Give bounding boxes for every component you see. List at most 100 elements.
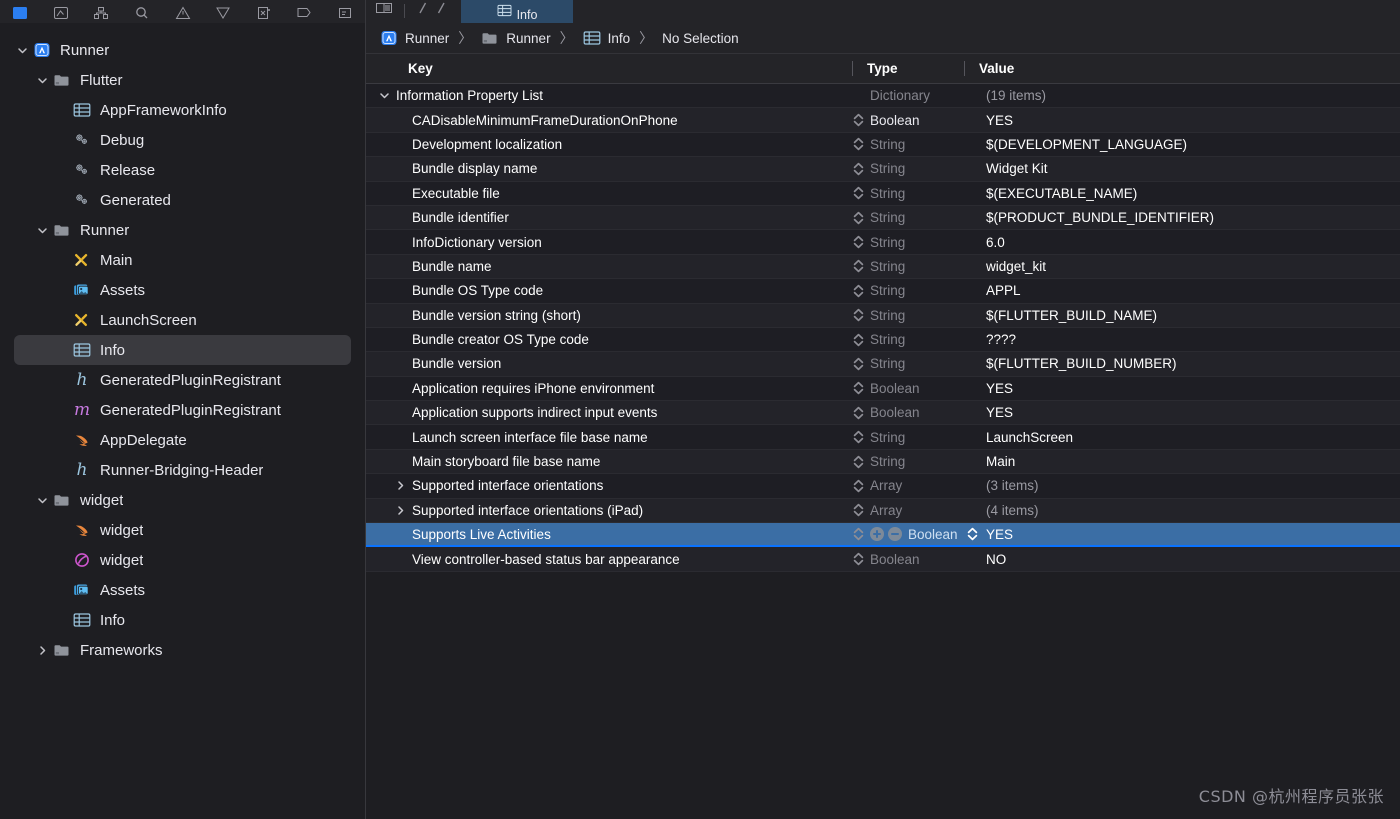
chevron-down-icon[interactable]: [34, 225, 50, 236]
type-stepper-icon[interactable]: [852, 455, 864, 469]
table-row[interactable]: Bundle OS Type code String APPL: [366, 279, 1400, 304]
sidebar-item-main[interactable]: Main: [14, 245, 351, 275]
cell-key[interactable]: Application requires iPhone environment: [366, 381, 852, 396]
type-stepper-icon[interactable]: [852, 284, 864, 298]
type-stepper-icon[interactable]: [852, 552, 864, 566]
type-stepper-icon[interactable]: [852, 430, 864, 444]
cell-value[interactable]: $(EXECUTABLE_NAME): [964, 186, 1400, 201]
cell-type[interactable]: String: [852, 332, 964, 347]
table-row[interactable]: Development localization String $(DEVELOPM…: [366, 132, 1400, 158]
cell-type[interactable]: String: [852, 356, 964, 371]
breakpoint-navigator-icon[interactable]: [284, 0, 325, 23]
cell-value[interactable]: Widget Kit: [964, 161, 1400, 176]
cell-type[interactable]: String: [852, 186, 964, 201]
cell-key[interactable]: InfoDictionary version: [366, 235, 852, 250]
sidebar-item-runner-bridging-header[interactable]: h Runner-Bridging-Header: [14, 455, 351, 485]
sidebar-item-widget[interactable]: widget: [14, 545, 351, 575]
cell-type[interactable]: String: [852, 235, 964, 250]
sidebar-item-launchscreen[interactable]: LaunchScreen: [14, 305, 351, 335]
chevron-right-icon[interactable]: [34, 645, 50, 656]
value-stepper-icon[interactable]: [966, 527, 978, 541]
cell-key[interactable]: Supported interface orientations (iPad): [366, 503, 852, 518]
type-stepper-icon[interactable]: [852, 357, 864, 371]
column-header-key[interactable]: Key: [366, 61, 852, 76]
table-row[interactable]: Information Property List Dictionary (19 i…: [366, 84, 1400, 109]
sidebar-item-runner[interactable]: Runner: [14, 215, 351, 245]
table-row[interactable]: Bundle version String $(FLUTTER_BUILD_NUMB…: [366, 352, 1400, 377]
breadcrumb-item-0[interactable]: Runner: [380, 30, 449, 46]
chevron-right-icon[interactable]: [392, 505, 408, 516]
type-stepper-icon[interactable]: [852, 479, 864, 493]
report-navigator-icon[interactable]: [325, 0, 366, 23]
debug-navigator-icon[interactable]: [243, 0, 284, 23]
sidebar-item-assets[interactable]: Assets: [14, 275, 351, 305]
cell-value[interactable]: NO: [964, 552, 1400, 567]
table-row[interactable]: Bundle version string (short) String $(FLU…: [366, 303, 1400, 328]
search-icon[interactable]: [122, 0, 163, 23]
type-stepper-icon[interactable]: [852, 235, 864, 249]
cell-key[interactable]: Application supports indirect input even…: [366, 405, 852, 420]
cell-value[interactable]: (4 items): [964, 503, 1400, 518]
cell-type[interactable]: String: [852, 210, 964, 225]
table-row[interactable]: Launch screen interface file base name St…: [366, 425, 1400, 450]
cell-value[interactable]: 6.0: [964, 235, 1400, 250]
cell-key[interactable]: Information Property List: [366, 88, 852, 103]
breadcrumb-item-2[interactable]: Info: [583, 30, 630, 46]
source-control-icon[interactable]: [41, 0, 82, 23]
table-row[interactable]: Application requires iPhone environment B…: [366, 376, 1400, 402]
test-navigator-icon[interactable]: [203, 0, 244, 23]
remove-row-button[interactable]: [888, 527, 902, 542]
type-stepper-icon[interactable]: [852, 527, 864, 541]
cell-value[interactable]: YES: [964, 527, 1400, 542]
table-row[interactable]: Bundle identifier String $(PRODUCT_BUNDLE_…: [366, 205, 1400, 231]
cell-key[interactable]: Bundle version string (short): [366, 308, 852, 323]
cell-type[interactable]: Dictionary: [852, 88, 964, 103]
cell-value[interactable]: YES: [964, 113, 1400, 128]
cell-key[interactable]: Bundle creator OS Type code: [366, 332, 852, 347]
chevron-right-icon[interactable]: [392, 480, 408, 491]
cell-value[interactable]: $(DEVELOPMENT_LANGUAGE): [964, 137, 1400, 152]
sidebar-item-generatedpluginregistrant[interactable]: h GeneratedPluginRegistrant: [14, 365, 351, 395]
cell-key[interactable]: Supports Live Activities: [366, 527, 852, 542]
column-header-type[interactable]: Type: [852, 61, 964, 76]
cell-value[interactable]: $(FLUTTER_BUILD_NAME): [964, 308, 1400, 323]
sidebar-item-widget[interactable]: widget: [14, 485, 351, 515]
sidebar-item-info[interactable]: Info: [14, 335, 351, 365]
type-stepper-icon[interactable]: [852, 308, 864, 322]
cell-type[interactable]: String: [852, 430, 964, 445]
issue-navigator-icon[interactable]: [162, 0, 203, 23]
cell-key[interactable]: Bundle identifier: [366, 210, 852, 225]
sidebar-item-appframeworkinfo[interactable]: AppFrameworkInfo: [14, 95, 351, 125]
cell-value[interactable]: Main: [964, 454, 1400, 469]
cell-key[interactable]: Bundle OS Type code: [366, 283, 852, 298]
cell-value[interactable]: (19 items): [964, 88, 1400, 103]
cell-type[interactable]: String: [852, 283, 964, 298]
type-stepper-icon[interactable]: [852, 259, 864, 273]
table-row[interactable]: InfoDictionary version String 6.0: [366, 230, 1400, 255]
column-header-value[interactable]: Value: [964, 61, 1400, 76]
cell-type[interactable]: Boolean: [852, 381, 964, 396]
table-row[interactable]: Supported interface orientations (iPad) A…: [366, 498, 1400, 524]
sidebar-item-assets[interactable]: Assets: [14, 575, 351, 605]
type-stepper-icon[interactable]: [852, 211, 864, 225]
cell-type[interactable]: Boolean: [852, 527, 964, 542]
project-navigator-icon[interactable]: [0, 0, 41, 23]
cell-key[interactable]: Bundle display name: [366, 161, 852, 176]
type-stepper-icon[interactable]: [852, 113, 864, 127]
sidebar-item-frameworks[interactable]: Frameworks: [14, 635, 351, 665]
type-stepper-icon[interactable]: [852, 137, 864, 151]
table-row[interactable]: Bundle creator OS Type code String????: [366, 327, 1400, 353]
cell-value[interactable]: ????: [964, 332, 1400, 347]
cell-value[interactable]: YES: [964, 405, 1400, 420]
editor-tab-info[interactable]: Info: [461, 0, 573, 23]
cell-type[interactable]: Array: [852, 478, 964, 493]
editor-options-icon[interactable]: [374, 0, 394, 21]
cell-value[interactable]: widget_kit: [964, 259, 1400, 274]
cell-key[interactable]: Bundle version: [366, 356, 852, 371]
table-row[interactable]: Application supports indirect input even…: [366, 401, 1400, 426]
cell-type[interactable]: Boolean: [852, 405, 964, 420]
back-chevron-icon[interactable]: [415, 0, 431, 21]
cell-key[interactable]: Executable file: [366, 186, 852, 201]
sidebar-item-release[interactable]: Release: [14, 155, 351, 185]
symbol-navigator-icon[interactable]: [81, 0, 122, 23]
